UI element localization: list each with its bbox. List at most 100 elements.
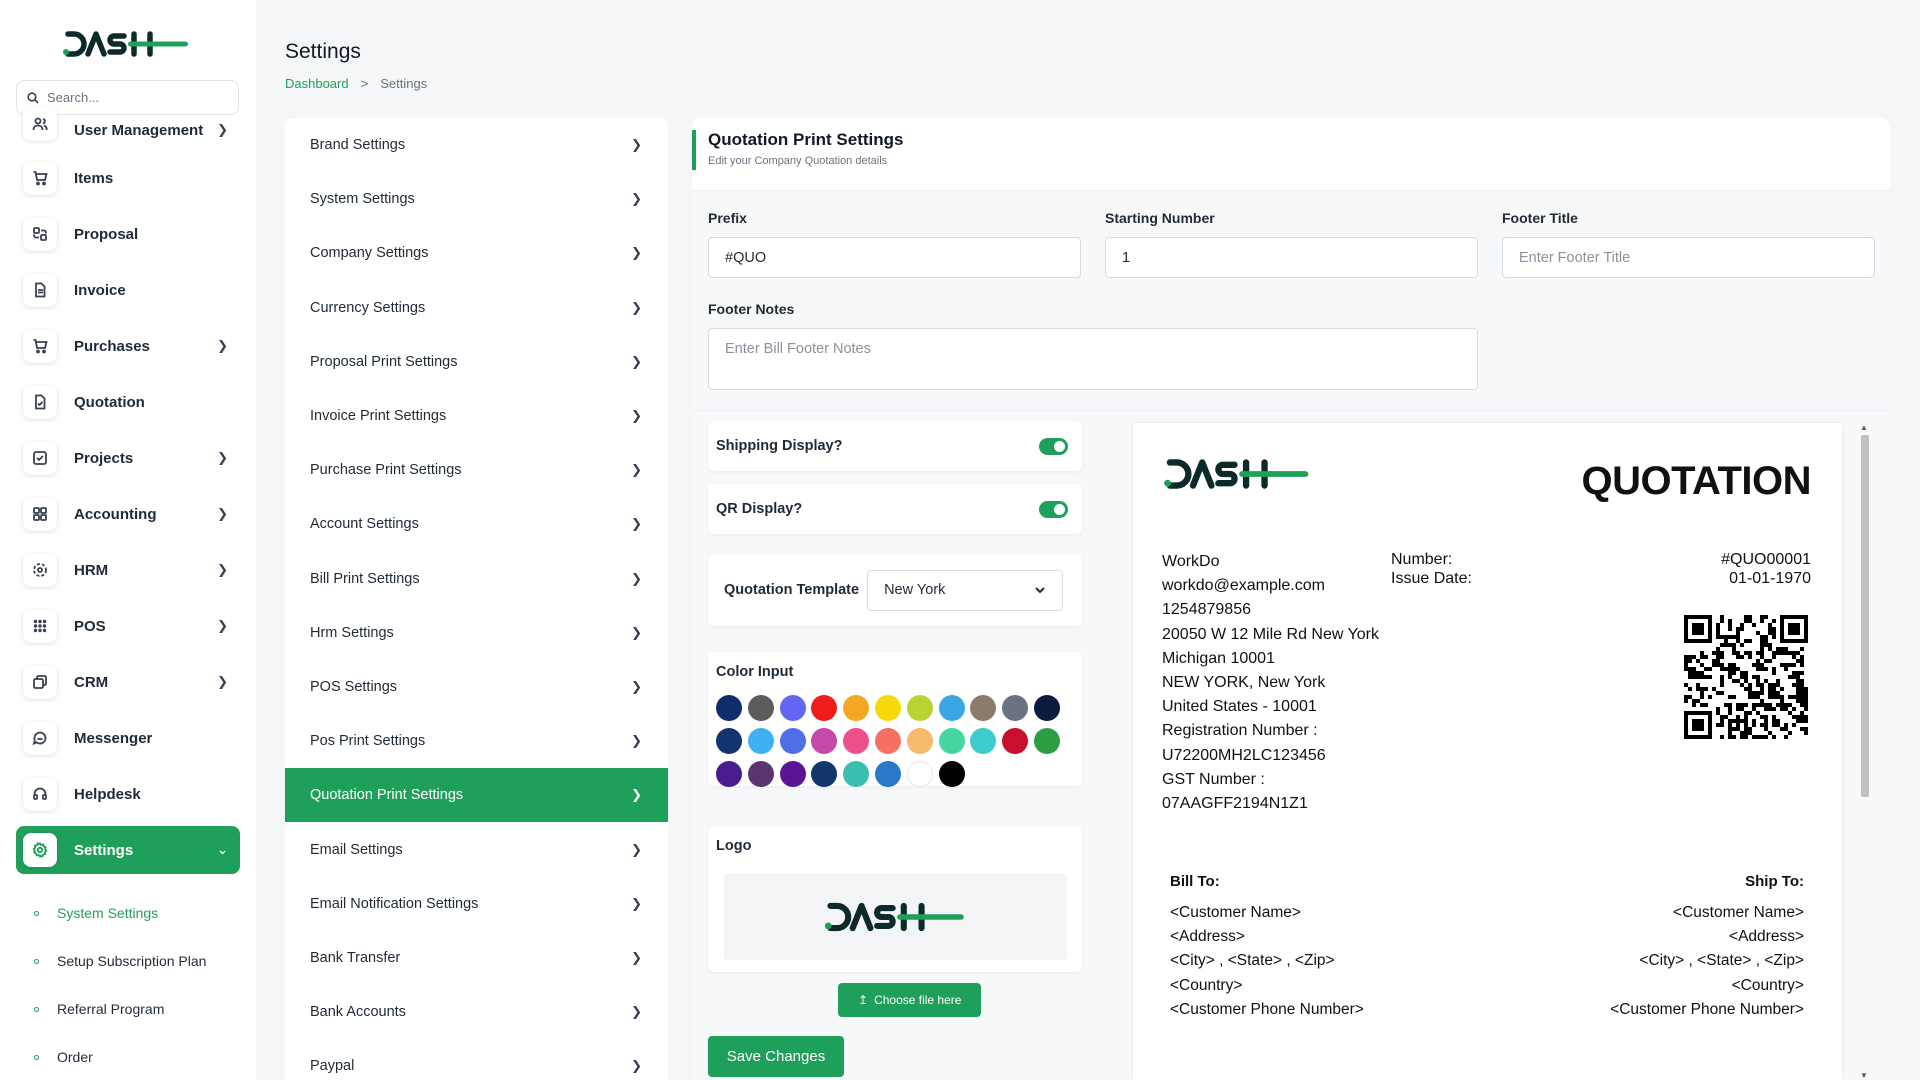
color-swatch[interactable]: [811, 728, 838, 754]
color-swatch[interactable]: [779, 761, 806, 787]
color-swatch[interactable]: [811, 695, 838, 721]
shipping-display-toggle[interactable]: [1039, 437, 1068, 455]
sidebar-item-hrm[interactable]: HRM ❯: [16, 542, 240, 598]
choose-file-button[interactable]: ↥ Choose file here: [838, 983, 982, 1017]
settings-menu-item[interactable]: Company Settings ❯: [285, 226, 668, 280]
chevron-down-icon: ⌄: [217, 842, 228, 857]
footer-title-input[interactable]: Enter Footer Title: [1502, 237, 1875, 278]
search-input[interactable]: Search...: [47, 90, 99, 105]
color-swatch[interactable]: [906, 761, 933, 787]
settings-menu-item[interactable]: Purchase Print Settings ❯: [285, 443, 668, 497]
sidebar-item-accounting[interactable]: Accounting ❯: [16, 486, 240, 542]
prefix-input[interactable]: #QUO: [708, 237, 1081, 278]
color-swatch[interactable]: [1002, 728, 1029, 754]
scroll-thumb[interactable]: [1861, 435, 1869, 797]
sidebar-subitem-order[interactable]: Order: [34, 1049, 254, 1065]
settings-menu-item[interactable]: Email Settings ❯: [285, 822, 668, 876]
color-swatch[interactable]: [1033, 695, 1060, 721]
settings-menu-item[interactable]: Bill Print Settings ❯: [285, 552, 668, 606]
sidebar-item-user-management[interactable]: User Management ❯: [16, 107, 240, 150]
settings-menu-item[interactable]: Paypal ❯: [285, 1039, 668, 1080]
footer-notes-textarea[interactable]: Enter Bill Footer Notes: [708, 328, 1478, 390]
color-swatch[interactable]: [811, 761, 838, 787]
color-swatch[interactable]: [843, 761, 870, 787]
sidebar-item-projects[interactable]: Projects ❯: [16, 430, 240, 486]
bill-to-lines: <Customer Name> <Address> <City> , <State>…: [1170, 901, 1364, 1022]
settings-menu-item[interactable]: Account Settings ❯: [285, 497, 668, 551]
sidebar-item-pos[interactable]: POS ❯: [16, 598, 240, 654]
save-changes-button[interactable]: Save Changes: [708, 1036, 844, 1077]
settings-menu-item[interactable]: Bank Accounts ❯: [285, 985, 668, 1039]
sidebar-item-quotation[interactable]: Quotation: [16, 374, 240, 430]
text-line: 07AAGFF2194N1Z1: [1162, 795, 1308, 813]
sidebar-item-messenger[interactable]: Messenger: [16, 710, 240, 766]
settings-menu-item[interactable]: Invoice Print Settings ❯: [285, 389, 668, 443]
settings-menu-label: Brand Settings: [310, 137, 406, 154]
settings-menu-item[interactable]: Proposal Print Settings ❯: [285, 335, 668, 389]
color-swatch[interactable]: [938, 695, 965, 721]
settings-menu-item[interactable]: Currency Settings ❯: [285, 281, 668, 335]
sidebar-item-label: Quotation: [74, 393, 145, 411]
chevron-right-icon: ❯: [631, 678, 642, 694]
text-line: <Customer Name>: [1673, 904, 1804, 921]
chevron-right-icon: ❯: [631, 245, 642, 261]
color-swatch[interactable]: [747, 728, 774, 754]
color-swatch[interactable]: [906, 728, 933, 754]
color-swatch[interactable]: [843, 728, 870, 754]
sidebar-item-label: HRM: [74, 561, 109, 579]
scroll-down-icon[interactable]: ▼: [1860, 1071, 1868, 1080]
breadcrumb-dashboard-link[interactable]: Dashboard: [285, 76, 349, 91]
color-swatch[interactable]: [1033, 728, 1060, 754]
color-swatch[interactable]: [716, 695, 742, 721]
chevron-right-icon: ❯: [217, 338, 228, 353]
bill-to-title: Bill To:: [1170, 873, 1220, 890]
sidebar-subitem-system-settings[interactable]: System Settings: [34, 905, 254, 921]
settings-menu-item[interactable]: Quotation Print Settings ❯: [285, 768, 668, 823]
crm-icon: [23, 665, 57, 699]
sidebar-subitem-label: Setup Subscription Plan: [57, 953, 207, 969]
color-swatch[interactable]: [779, 695, 806, 721]
sidebar-item-settings[interactable]: Settings ⌄: [16, 826, 240, 874]
settings-menu-item[interactable]: Brand Settings ❯: [285, 118, 668, 172]
sidebar-subitem-subscription[interactable]: Setup Subscription Plan: [34, 953, 254, 969]
color-swatch[interactable]: [970, 695, 997, 721]
footer-title-label: Footer Title: [1502, 210, 1578, 226]
color-swatch[interactable]: [1002, 695, 1029, 721]
color-swatch[interactable]: [938, 728, 965, 754]
settings-menu-item[interactable]: Hrm Settings ❯: [285, 606, 668, 660]
settings-menu-item[interactable]: Bank Transfer ❯: [285, 931, 668, 985]
color-swatch[interactable]: [874, 761, 901, 787]
sidebar-item-invoice[interactable]: Invoice: [16, 262, 240, 318]
sidebar-item-items[interactable]: Items: [16, 150, 240, 206]
color-swatch[interactable]: [716, 728, 742, 754]
color-swatch[interactable]: [874, 695, 901, 721]
color-swatch[interactable]: [747, 695, 774, 721]
settings-menu-item[interactable]: POS Settings ❯: [285, 660, 668, 714]
color-swatch[interactable]: [843, 695, 870, 721]
color-swatch[interactable]: [747, 761, 774, 787]
sidebar-item-purchases[interactable]: Purchases ❯: [16, 318, 240, 374]
settings-menu-item[interactable]: System Settings ❯: [285, 172, 668, 226]
template-select[interactable]: New York: [867, 569, 1064, 611]
color-swatch[interactable]: [970, 728, 997, 754]
color-swatch[interactable]: [874, 728, 901, 754]
color-swatch[interactable]: [716, 761, 742, 787]
sidebar-item-proposal[interactable]: Proposal: [16, 206, 240, 262]
logo-label: Logo: [716, 838, 752, 854]
preview-scrollbar[interactable]: ▲ ▼: [1858, 423, 1870, 1080]
chat-icon: [23, 721, 57, 755]
scroll-up-icon[interactable]: ▲: [1860, 423, 1868, 432]
dash-logo: [1164, 459, 1309, 489]
dash-logo[interactable]: [62, 26, 192, 62]
color-swatch[interactable]: [938, 761, 965, 787]
settings-menu-item[interactable]: Pos Print Settings ❯: [285, 714, 668, 768]
text-line: Michigan 10001: [1162, 649, 1275, 667]
sidebar-subitem-referral[interactable]: Referral Program: [34, 1001, 254, 1017]
color-swatch[interactable]: [906, 695, 933, 721]
starting-number-input[interactable]: 1: [1105, 237, 1478, 278]
sidebar-item-crm[interactable]: CRM ❯: [16, 654, 240, 710]
sidebar-item-helpdesk[interactable]: Helpdesk: [16, 766, 240, 822]
settings-menu-item[interactable]: Email Notification Settings ❯: [285, 877, 668, 931]
color-swatch[interactable]: [779, 728, 806, 754]
qr-display-toggle[interactable]: [1039, 500, 1068, 518]
